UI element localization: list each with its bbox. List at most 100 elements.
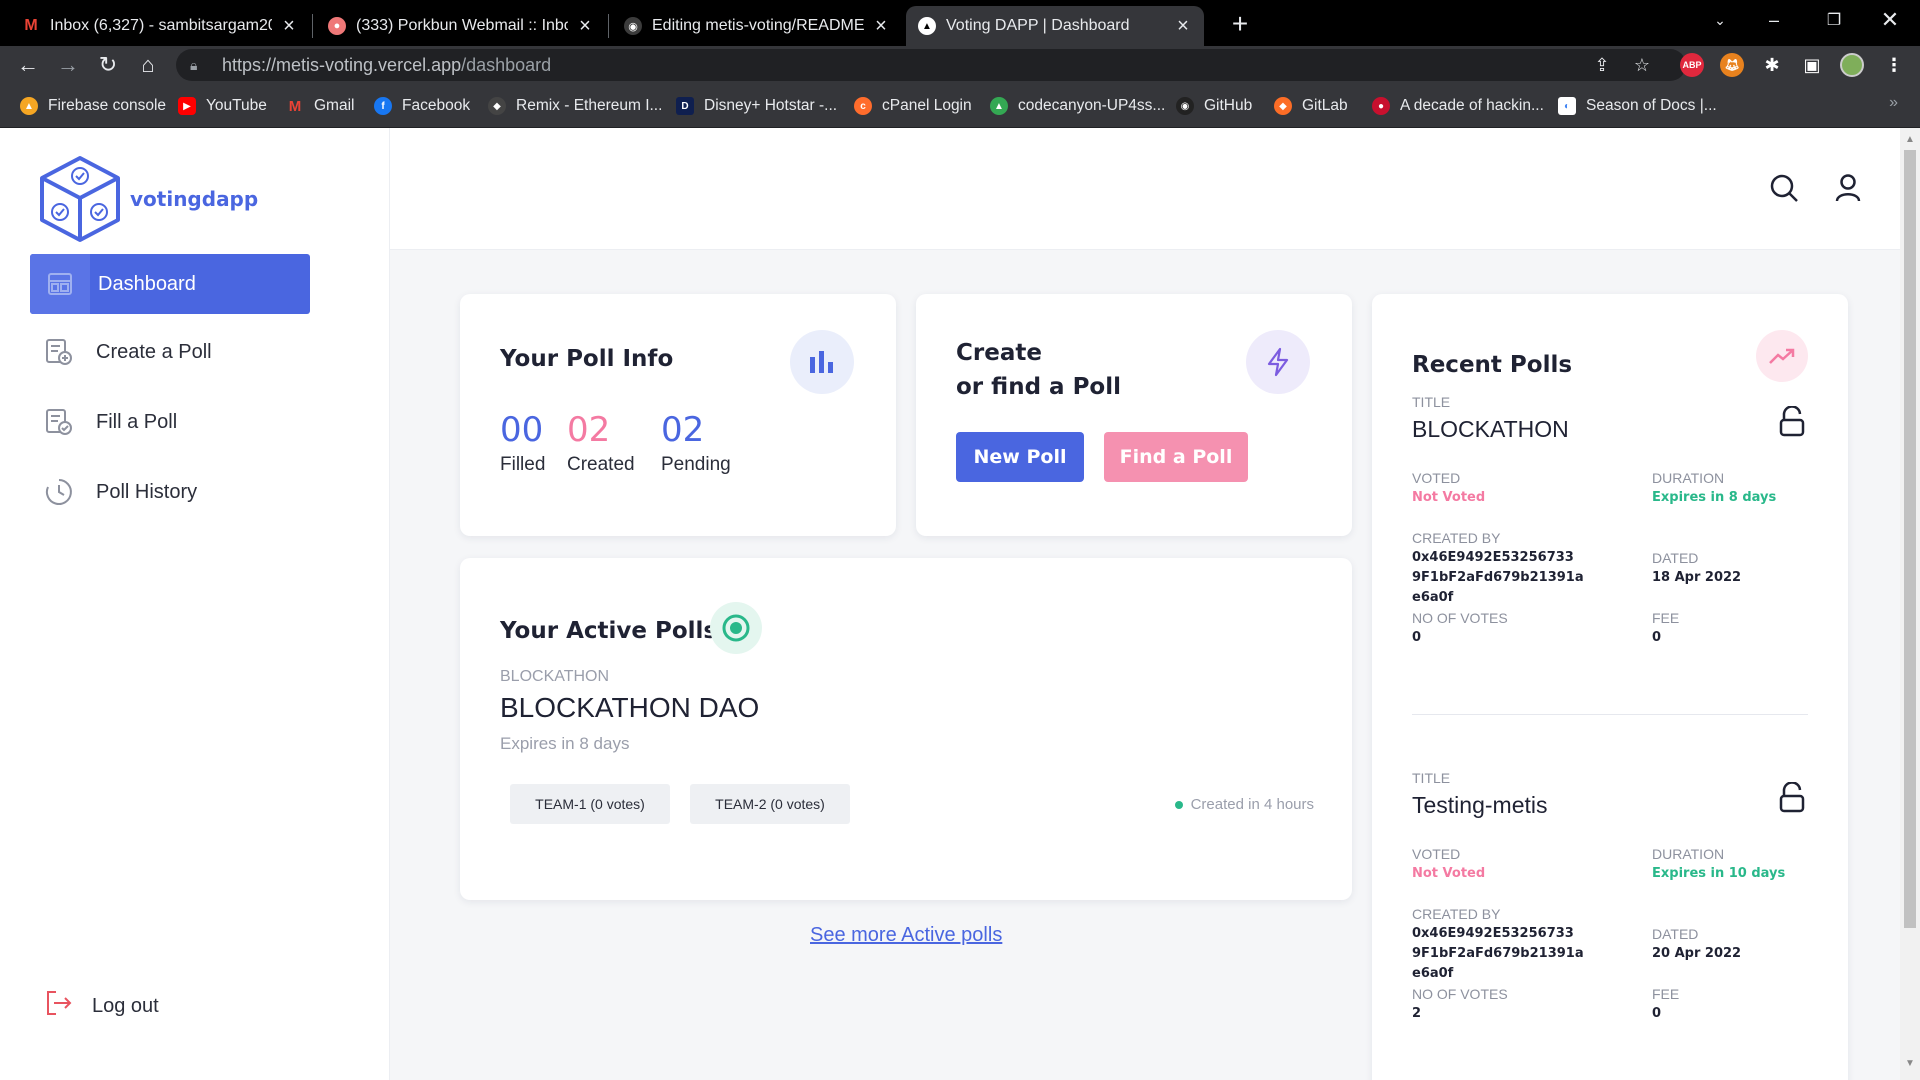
dated-value: 20 Apr 2022 <box>1652 946 1742 961</box>
minimize-icon[interactable]: – <box>1746 0 1802 40</box>
address-bar[interactable]: 🔒︎ https://metis-voting.vercel.app/dashb… <box>176 49 1686 81</box>
title-label: TITLE <box>1412 770 1451 786</box>
tab-gmail[interactable]: M Inbox (6,327) - sambitsargam200 × <box>10 6 310 46</box>
stat-filled: 00 Filled <box>500 410 547 476</box>
menu-icon[interactable]: ⋮ <box>1882 53 1906 77</box>
avatar[interactable] <box>1840 53 1864 77</box>
extensions-icon[interactable]: ✱ <box>1760 53 1784 77</box>
poll-tag: BLOCKATHON <box>500 668 610 685</box>
sidebar-item-poll-history[interactable]: Poll History <box>30 462 310 522</box>
dated-label: DATED <box>1652 926 1699 942</box>
lock-icon: 🔒︎ <box>190 56 198 73</box>
stat-label: Filled <box>500 454 546 475</box>
restore-icon[interactable]: ❐ <box>1806 0 1862 40</box>
bookmark-facebook[interactable]: f Facebook <box>374 94 470 118</box>
see-more-active-polls-link[interactable]: See more Active polls <box>810 924 1002 947</box>
share-icon[interactable]: ⇪ <box>1586 49 1618 81</box>
close-icon[interactable]: × <box>576 15 594 38</box>
close-icon[interactable]: × <box>872 15 890 38</box>
team-option-1[interactable]: TEAM-1 (0 votes) <box>510 784 670 824</box>
page-content: votingdapp Dashboard Create a Poll Fill … <box>0 128 1920 1080</box>
close-icon[interactable]: × <box>280 15 298 38</box>
gitlab-icon: ◆ <box>1274 97 1292 115</box>
bookmark-youtube[interactable]: ▶ YouTube <box>178 94 267 118</box>
scroll-up-icon[interactable]: ▲ <box>1905 134 1915 145</box>
team-option-2[interactable]: TEAM-2 (0 votes) <box>690 784 850 824</box>
voted-value: Not Voted <box>1412 866 1486 881</box>
github-icon: ◉ <box>1176 97 1194 115</box>
voted-value: Not Voted <box>1412 490 1486 505</box>
divider <box>1412 714 1808 715</box>
search-icon[interactable] <box>1766 170 1802 206</box>
scroll-down-icon[interactable]: ▼ <box>1905 1058 1915 1069</box>
unlock-icon[interactable] <box>1778 405 1806 443</box>
adblock-icon[interactable]: ABP <box>1680 53 1704 77</box>
bookmark-star-icon[interactable]: ☆ <box>1626 49 1658 81</box>
user-icon[interactable] <box>1830 170 1866 206</box>
logo[interactable]: votingdapp <box>38 154 258 244</box>
fee-label: FEE <box>1652 610 1680 626</box>
find-poll-button[interactable]: Find a Poll <box>1104 432 1248 482</box>
bookmark-firebase[interactable]: ▲ Firebase console <box>20 94 166 118</box>
bookmark-season-of-docs[interactable]: ◐ Season of Docs |... <box>1558 94 1717 118</box>
dashboard-icon <box>30 254 90 314</box>
logout-button[interactable]: Log out <box>44 988 159 1024</box>
bookmark-drive[interactable]: ▲ codecanyon-UP4ss... <box>990 94 1165 118</box>
status-dot-icon <box>1174 800 1183 809</box>
bookmark-remix[interactable]: ◆ Remix - Ethereum I... <box>488 94 662 118</box>
gmail-icon: M <box>288 97 302 115</box>
new-tab-button[interactable]: + <box>1222 6 1258 42</box>
stat-value: 02 <box>567 410 611 450</box>
poll-name[interactable]: BLOCKATHON DAO <box>500 692 759 724</box>
created-time: Created in 4 hours <box>1174 796 1314 813</box>
home-icon[interactable]: ⌂ <box>132 49 164 81</box>
back-icon[interactable]: ← <box>12 49 44 81</box>
new-poll-button[interactable]: New Poll <box>956 432 1084 482</box>
create-find-title: Create or find a Poll <box>956 340 1121 400</box>
sidepanel-icon[interactable]: ▣ <box>1800 53 1824 77</box>
sidebar-item-label: Dashboard <box>98 272 196 295</box>
votes-label: NO OF VOTES <box>1412 610 1508 626</box>
history-icon <box>44 477 74 507</box>
bookmark-hotstar[interactable]: D Disney+ Hotstar -... <box>676 94 837 118</box>
dated-value: 18 Apr 2022 <box>1652 570 1742 585</box>
sidebar-item-label: Poll History <box>96 480 198 503</box>
created-by-value: 0x46E9492E53256733 9F1bF2aFd679b21391a e… <box>1412 926 1584 981</box>
page-scrollbar[interactable]: ▲ ▼ <box>1900 128 1920 1080</box>
tab-voting-dapp[interactable]: ▲ Voting DAPP | Dashboard × <box>906 6 1204 46</box>
sidebar-item-dashboard[interactable]: Dashboard <box>30 254 310 314</box>
bookmark-hacking[interactable]: ● A decade of hackin... <box>1372 94 1544 118</box>
metamask-icon[interactable]: 🦊︎ <box>1720 53 1744 77</box>
forward-icon[interactable]: → <box>52 49 84 81</box>
stat-label: Pending <box>661 454 731 475</box>
vercel-icon: ▲ <box>918 17 936 35</box>
bar-chart-icon <box>790 330 854 394</box>
sidebar-item-create-poll[interactable]: Create a Poll <box>30 322 310 382</box>
sidebar-item-fill-poll[interactable]: Fill a Poll <box>30 392 310 452</box>
scrollbar-thumb[interactable] <box>1904 150 1916 928</box>
bookmark-gitlab[interactable]: ◆ GitLab <box>1274 94 1348 118</box>
tab-search-icon[interactable]: ⌄ <box>1692 0 1748 40</box>
bookmarks-more-icon[interactable]: » <box>1889 94 1898 112</box>
created-by-label: CREATED BY <box>1412 906 1501 922</box>
fee-value: 0 <box>1652 630 1662 645</box>
bookmark-github[interactable]: ◉ GitHub <box>1176 94 1252 118</box>
dated-label: DATED <box>1652 550 1699 566</box>
top-bar <box>390 128 1900 250</box>
window-close-icon[interactable]: ✕ <box>1862 0 1918 40</box>
browser-tabstrip: M Inbox (6,327) - sambitsargam200 × ● (3… <box>0 0 1920 46</box>
tab-porkbun[interactable]: ● (333) Porkbun Webmail :: Inbox × <box>316 6 606 46</box>
bookmark-cpanel[interactable]: c cPanel Login <box>854 94 972 118</box>
unlock-icon[interactable] <box>1778 781 1806 819</box>
reload-icon[interactable]: ↻ <box>92 49 124 81</box>
season-of-docs-icon: ◐ <box>1558 97 1576 115</box>
remix-icon: ◆ <box>488 97 506 115</box>
tab-github[interactable]: ◉ Editing metis-voting/README.md × <box>612 6 902 46</box>
bookmarks-bar: ▲ Firebase console ▶ YouTube M Gmail f Faceb… <box>0 84 1920 128</box>
bookmark-gmail[interactable]: M Gmail <box>286 94 355 118</box>
duration-value: Expires in 10 days <box>1652 866 1786 881</box>
duration-value: Expires in 8 days <box>1652 490 1777 505</box>
logo-text: votingdapp <box>130 187 259 211</box>
google-drive-icon: ▲ <box>990 97 1008 115</box>
close-icon[interactable]: × <box>1174 15 1192 38</box>
